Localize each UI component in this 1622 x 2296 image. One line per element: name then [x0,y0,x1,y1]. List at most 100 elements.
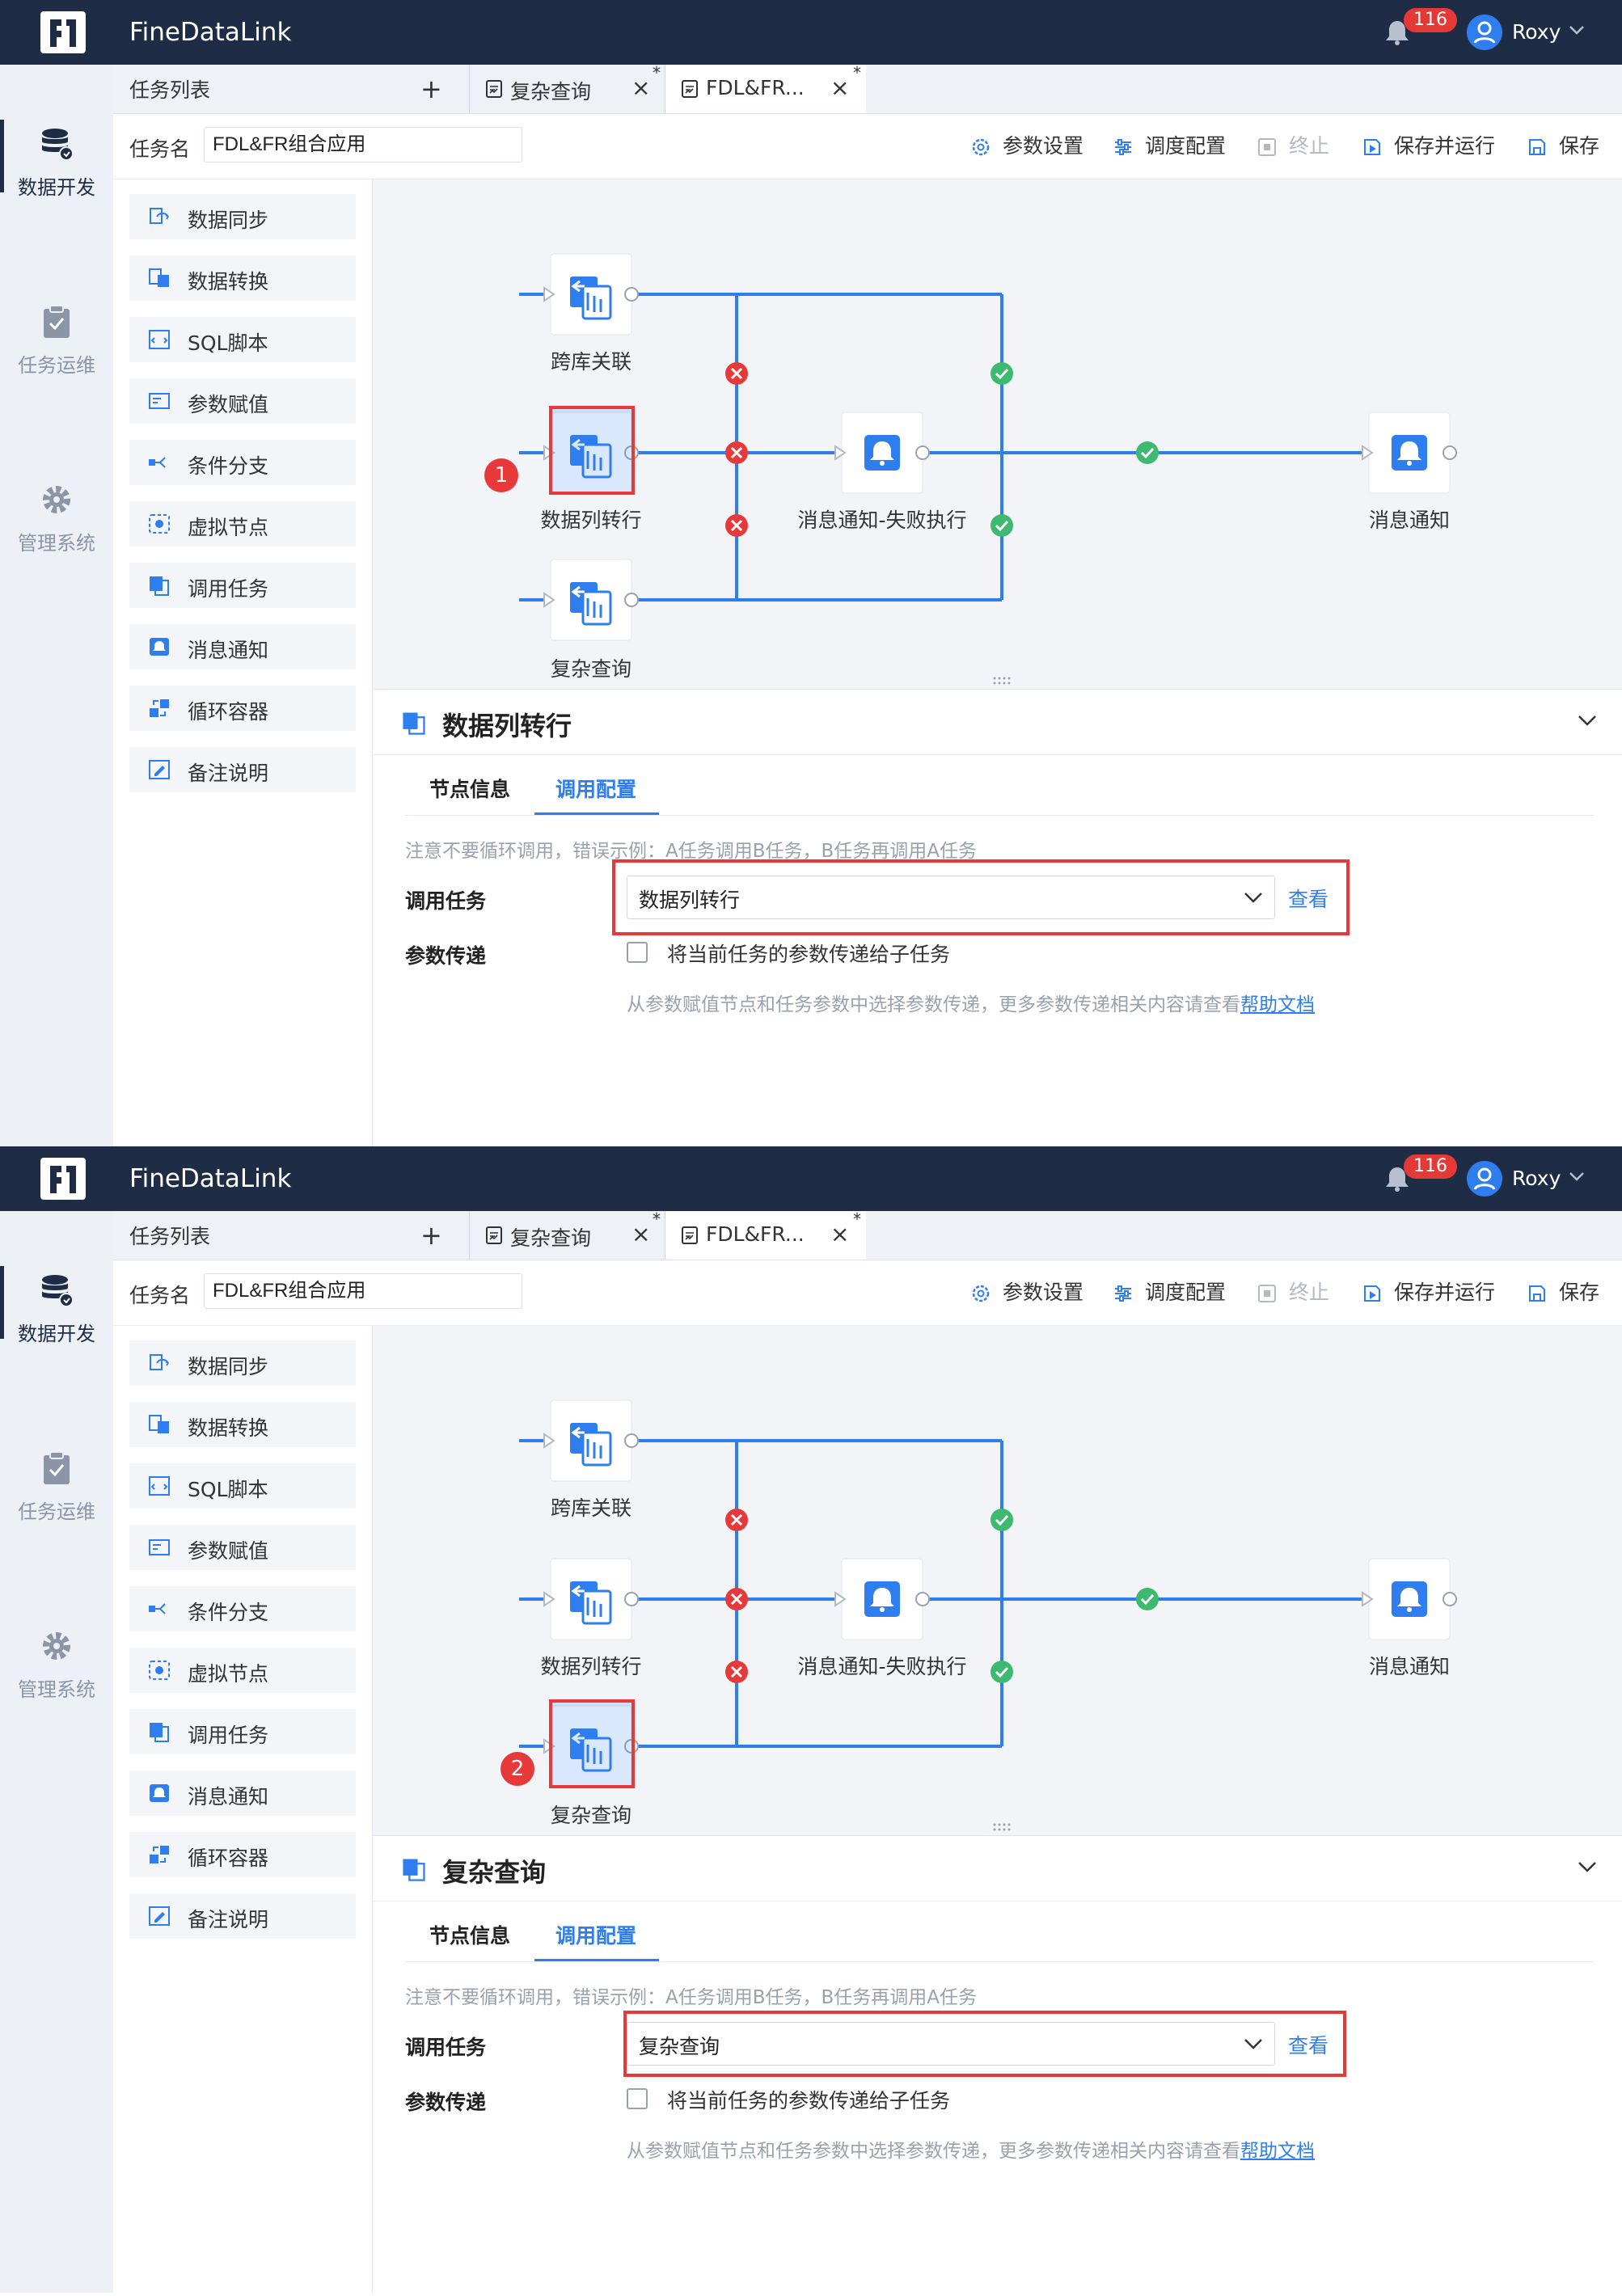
screen-2: FineDataLink 116 Roxy 数据开发 任务运维 管理系统 任务列… [0,1146,1622,2293]
palette-item-invoke-task[interactable]: 调用任务 [129,563,356,608]
node-label-cross-db-join[interactable]: 跨库关联 [551,1492,631,1522]
user-name[interactable]: Roxy [1512,18,1561,47]
resize-handle-icon[interactable] [992,676,1012,686]
add-task-button[interactable]: + [420,74,442,103]
node-label-notify-fail[interactable]: 消息通知-失败执行 [797,504,966,534]
help-doc-link[interactable]: 帮助文档 [1240,994,1315,1015]
nav-item-data-dev[interactable]: 数据开发 [0,1266,113,1370]
palette-item-condition-branch[interactable]: 条件分支 [129,440,356,485]
node-label-notify[interactable]: 消息通知 [1369,1651,1450,1680]
save-button[interactable]: 保存 [1527,1277,1599,1309]
collapse-chevron-icon[interactable] [1578,1860,1597,1873]
schedule-config-button[interactable]: 调度配置 [1113,130,1226,162]
task-file-icon [682,80,698,98]
task-name-input[interactable]: FDL&FR组合应用 [204,127,522,162]
node-label-column-to-row[interactable]: 数据列转行 [540,1651,641,1680]
close-tab-icon[interactable]: × [631,1221,650,1247]
palette-item-condition-branch[interactable]: 条件分支 [129,1586,356,1631]
close-tab-icon[interactable]: × [631,74,650,101]
save-button[interactable]: 保存 [1527,130,1599,162]
param-assign-icon [149,393,170,409]
tab-invoke-config[interactable]: 调用配置 [555,1920,636,1949]
active-tab-indicator [534,1959,659,1961]
modified-marker: * [653,63,661,82]
palette-item-sql-script[interactable]: SQL脚本 [129,1463,356,1509]
stop-button[interactable]: 终止 [1257,130,1329,162]
palette-item-param-assign[interactable]: 参数赋值 [129,378,356,424]
node-label-column-to-row[interactable]: 数据列转行 [540,504,641,534]
palette-item-loop-container[interactable]: 循环容器 [129,1832,356,1877]
resize-handle-icon[interactable] [992,1822,1012,1832]
task-file-icon [486,80,502,98]
node-label-notify-fail[interactable]: 消息通知-失败执行 [797,1651,966,1680]
tab-complex-query[interactable]: 复杂查询 × * [469,63,664,113]
tab-fdl-fr[interactable]: FDL&FR... × * [665,1209,866,1260]
save-and-run-button[interactable]: 保存并运行 [1362,130,1495,162]
tab-title: FDL&FR... [706,76,805,99]
step-marker: 1 [484,458,518,492]
palette-item-data-sync[interactable]: 数据同步 [129,194,356,239]
user-menu-chevron-icon[interactable] [1569,24,1585,36]
nav-item-admin[interactable]: 管理系统 [0,1628,113,1725]
nav-item-task-ops[interactable]: 任务运维 [0,1450,113,1547]
add-task-button[interactable]: + [420,1221,442,1250]
modified-marker: * [653,1209,661,1229]
palette-item-sql-script[interactable]: SQL脚本 [129,317,356,362]
sliders-icon [1115,1285,1131,1302]
node-label-cross-db-join[interactable]: 跨库关联 [551,346,631,375]
pass-params-checkbox[interactable] [627,2088,648,2109]
collapse-chevron-icon[interactable] [1578,714,1597,727]
tab-fdl-fr[interactable]: FDL&FR... × * [665,63,866,113]
palette-item-message-notify[interactable]: 消息通知 [129,624,356,669]
close-tab-icon[interactable]: × [830,74,849,101]
tab-node-info[interactable]: 节点信息 [429,774,510,803]
palette-item-virtual-node[interactable]: 虚拟节点 [129,1648,356,1693]
button-label: 参数设置 [1003,134,1084,158]
user-avatar-icon[interactable] [1467,1161,1502,1197]
palette-item-remark[interactable]: 备注说明 [129,747,356,792]
flow-canvas[interactable]: 跨库关联 数据列转行 复杂查询 消息通知-失败执行 消息通知 1 [373,179,1622,689]
palette-item-message-notify[interactable]: 消息通知 [129,1771,356,1816]
tab-title: FDL&FR... [706,1222,805,1246]
node-label-complex-query[interactable]: 复杂查询 [551,1800,631,1829]
palette-item-invoke-task[interactable]: 调用任务 [129,1709,356,1754]
panel-title: 数据列转行 [442,711,572,741]
help-doc-link[interactable]: 帮助文档 [1240,2141,1315,2162]
tab-complex-query[interactable]: 复杂查询 × * [469,1209,664,1260]
palette-item-virtual-node[interactable]: 虚拟节点 [129,501,356,547]
tab-invoke-config[interactable]: 调用配置 [555,774,636,803]
flow-canvas[interactable]: 跨库关联 数据列转行 复杂查询 消息通知-失败执行 消息通知 2 [373,1326,1622,1835]
invoke-task-label: 调用任务 [405,2036,487,2059]
pass-params-checkbox[interactable] [627,942,648,963]
save-and-run-button[interactable]: 保存并运行 [1362,1277,1495,1309]
palette-item-data-transform[interactable]: 数据转换 [129,1402,356,1447]
close-tab-icon[interactable]: × [830,1221,849,1247]
node-label-complex-query[interactable]: 复杂查询 [551,653,631,682]
task-name-input[interactable]: FDL&FR组合应用 [204,1273,522,1309]
tab-node-info[interactable]: 节点信息 [429,1920,510,1949]
invoke-task-icon [150,1723,169,1742]
divider [405,815,1594,816]
schedule-config-button[interactable]: 调度配置 [1113,1277,1226,1309]
palette-item-loop-container[interactable]: 循环容器 [129,686,356,731]
notification-badge: 116 [1404,1154,1457,1179]
gear-icon [43,1632,70,1660]
palette-item-data-transform[interactable]: 数据转换 [129,255,356,301]
palette-label: 数据转换 [188,1416,269,1440]
palette-item-remark[interactable]: 备注说明 [129,1893,356,1939]
stop-button[interactable]: 终止 [1257,1277,1329,1309]
task-list-label[interactable]: 任务列表 [129,1221,210,1250]
node-label-notify[interactable]: 消息通知 [1369,504,1450,534]
user-name[interactable]: Roxy [1512,1164,1561,1193]
task-list-label[interactable]: 任务列表 [129,74,210,103]
user-menu-chevron-icon[interactable] [1569,1171,1585,1182]
hint-text: 从参数赋值节点和任务参数中选择参数传递，更多参数传递相关内容请查看 [627,2141,1240,2162]
nav-item-data-dev[interactable]: 数据开发 [0,120,113,223]
user-avatar-icon[interactable] [1467,15,1502,50]
param-settings-button[interactable]: 参数设置 [970,130,1083,162]
nav-item-admin[interactable]: 管理系统 [0,482,113,579]
palette-item-data-sync[interactable]: 数据同步 [129,1340,356,1386]
param-settings-button[interactable]: 参数设置 [970,1277,1083,1309]
palette-item-param-assign[interactable]: 参数赋值 [129,1525,356,1570]
nav-item-task-ops[interactable]: 任务运维 [0,304,113,401]
